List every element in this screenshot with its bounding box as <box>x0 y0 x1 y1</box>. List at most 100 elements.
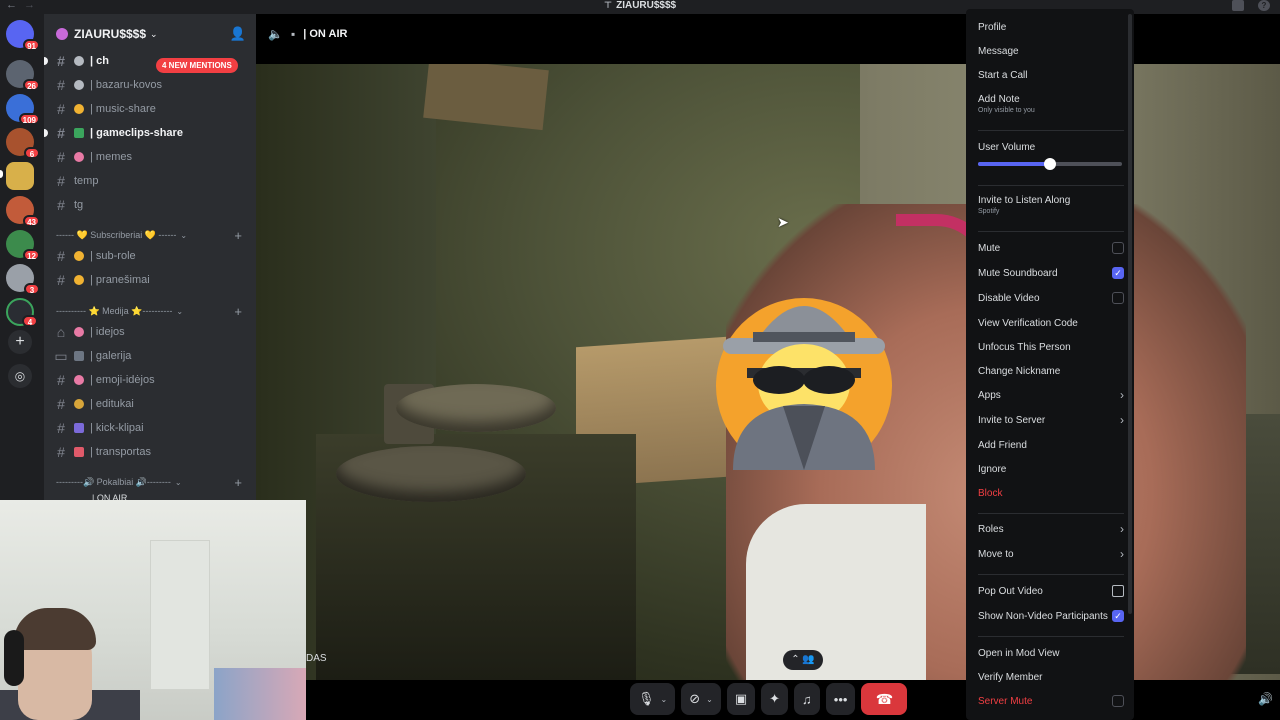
category-pokalbiai[interactable]: ---------🔊 Pokalbiai 🔊-------- ⌄ + <box>56 473 252 491</box>
menu-server-mute[interactable]: Server Mute <box>978 695 1128 707</box>
activities-button[interactable]: ✦ <box>761 683 789 715</box>
menu-apps[interactable]: Apps › <box>978 388 1128 402</box>
menu-unfocus-person[interactable]: Unfocus This Person <box>978 342 1128 353</box>
add-server-icon[interactable]: + <box>8 330 32 354</box>
menu-start-call[interactable]: Start a Call <box>978 70 1128 81</box>
server-icon[interactable]: 26 <box>6 60 40 91</box>
menu-invite-to-server[interactable]: Invite to Server › <box>978 413 1128 427</box>
menu-message[interactable]: Message <box>978 46 1128 57</box>
add-channel-icon[interactable]: + <box>234 228 242 243</box>
menu-disable-video[interactable]: Disable Video <box>978 292 1128 304</box>
menu-profile[interactable]: Profile <box>978 22 1128 33</box>
server-icon[interactable]: 43 <box>6 196 40 227</box>
server-icon[interactable]: 109 <box>6 94 40 125</box>
help-icon[interactable]: ? <box>1258 0 1270 11</box>
menu-roles[interactable]: Roles › <box>978 522 1128 536</box>
menu-listen-along[interactable]: Invite to Listen Along Spotify <box>978 195 1128 215</box>
chevron-right-icon: › <box>1120 413 1124 427</box>
server-rail: 91 26 109 6 43 12 3 4 + ◎ <box>0 14 44 500</box>
selfcam-background <box>150 540 210 690</box>
server-badge: 109 <box>18 113 40 125</box>
home-button[interactable]: 91 <box>6 20 40 51</box>
server-icon[interactable]: 6 <box>6 128 40 159</box>
channel-item[interactable]: ⌂ | idejos <box>52 321 248 343</box>
chevron-down-icon[interactable]: ⌄ <box>706 695 713 704</box>
disable-video-checkbox[interactable] <box>1112 292 1124 304</box>
hash-icon: # <box>57 420 65 436</box>
hash-icon: # <box>57 396 65 412</box>
menu-mute-soundboard[interactable]: Mute Soundboard ✓ <box>978 267 1128 279</box>
menu-scrollbar[interactable] <box>1128 14 1132 614</box>
show-non-video-checkbox[interactable]: ✓ <box>1112 610 1124 622</box>
add-channel-icon[interactable]: + <box>234 304 242 319</box>
menu-open-mod-view[interactable]: Open in Mod View <box>978 648 1128 659</box>
channel-item[interactable]: # | emoji-idėjos <box>52 369 248 391</box>
menu-verify-member[interactable]: Verify Member <box>978 672 1128 683</box>
menu-mute[interactable]: Mute <box>978 242 1128 254</box>
show-participants-button[interactable]: ⌃ 👥 <box>783 650 823 670</box>
menu-show-non-video[interactable]: Show Non-Video Participants ✓ <box>978 610 1128 622</box>
channel-item[interactable]: # | editukai <box>52 393 248 415</box>
menu-pop-out-video[interactable]: Pop Out Video <box>978 585 1128 597</box>
channel-item[interactable]: # | pranešimai <box>52 269 248 291</box>
microphone-button[interactable]: 🎙 ⌄ <box>630 683 676 715</box>
inbox-icon[interactable] <box>1232 0 1244 11</box>
mute-soundboard-checkbox[interactable]: ✓ <box>1112 267 1124 279</box>
channel-item[interactable]: # | kick-klipai <box>52 417 248 439</box>
more-options-button[interactable]: ••• <box>825 683 856 715</box>
chevron-right-icon: › <box>1120 547 1124 561</box>
self-camera-preview[interactable] <box>0 500 306 720</box>
add-channel-icon[interactable]: + <box>234 475 242 490</box>
channel-item[interactable]: # | sub-role <box>52 245 248 267</box>
channel-item[interactable]: # | transportas <box>52 441 248 463</box>
channel-item[interactable]: # tg <box>52 194 248 216</box>
chevron-down-icon: ⌄ <box>150 28 158 39</box>
discover-icon[interactable]: ◎ <box>8 364 32 388</box>
speaker-icon: 🔈 <box>268 27 283 41</box>
volume-icon[interactable]: 🔊 <box>1258 692 1273 706</box>
server-icon-selected[interactable] <box>6 162 34 190</box>
yellow-heart-icon <box>74 251 84 261</box>
hash-icon: # <box>57 444 65 460</box>
server-icon[interactable]: 3 <box>6 264 40 295</box>
new-mentions-badge[interactable]: 4 NEW MENTIONS <box>156 58 238 73</box>
menu-move-to[interactable]: Move to › <box>978 547 1128 561</box>
hash-icon: # <box>57 149 65 165</box>
selfcam-hair <box>14 608 96 650</box>
chevron-down-icon[interactable]: ⌄ <box>661 695 668 704</box>
channel-item[interactable]: # temp <box>52 170 248 192</box>
menu-ignore[interactable]: Ignore <box>978 464 1128 475</box>
menu-add-note[interactable]: Add Note Only visible to you <box>978 94 1128 114</box>
camera-button[interactable]: ⊘ ⌄ <box>681 683 721 715</box>
channel-item[interactable]: # | memes <box>52 146 248 168</box>
channel-item[interactable]: # | gameclips-share <box>44 122 248 144</box>
screen-share-icon: ▣ <box>734 691 748 706</box>
channel-item[interactable]: # | bazaru-kovos <box>52 74 248 96</box>
menu-change-nickname[interactable]: Change Nickname <box>978 366 1128 377</box>
hash-icon: # <box>57 248 65 264</box>
soundboard-button[interactable]: ♫ <box>794 683 820 715</box>
volume-slider-knob[interactable] <box>1044 158 1056 170</box>
channel-item[interactable]: # | music-share <box>52 98 248 120</box>
selected-server-pill <box>0 170 3 178</box>
menu-add-friend[interactable]: Add Friend <box>978 440 1128 451</box>
server-badge: 26 <box>23 79 40 91</box>
screen-share-button[interactable]: ▣ <box>726 683 756 715</box>
channel-item[interactable]: ▭ | galerija <box>52 345 248 367</box>
mute-checkbox[interactable] <box>1112 242 1124 254</box>
server-icon[interactable]: 12 <box>6 230 40 261</box>
guild-name: ZIAURU$$$$ <box>74 27 147 41</box>
user-volume-slider[interactable] <box>978 158 1122 170</box>
category-medija[interactable]: ---------- ⭐ Medija ⭐---------- ⌄ + <box>56 302 252 320</box>
hash-icon: # <box>57 77 65 93</box>
disconnect-button[interactable]: ☎ <box>861 683 908 715</box>
menu-view-verification-code[interactable]: View Verification Code <box>978 318 1128 329</box>
guild-icon <box>56 28 68 40</box>
server-mute-checkbox[interactable] <box>1112 695 1124 707</box>
server-icon[interactable]: 4 <box>6 298 38 327</box>
mouse-cursor-icon: ➤ <box>777 214 789 230</box>
guild-header[interactable]: ZIAURU$$$$ ⌄ 👤 <box>44 14 256 54</box>
invite-people-icon[interactable]: 👤 <box>230 26 246 42</box>
menu-block[interactable]: Block <box>978 488 1128 499</box>
category-subscriberiai[interactable]: ------ 💛 Subscriberiai 💛 ------ ⌄ + <box>56 226 252 244</box>
